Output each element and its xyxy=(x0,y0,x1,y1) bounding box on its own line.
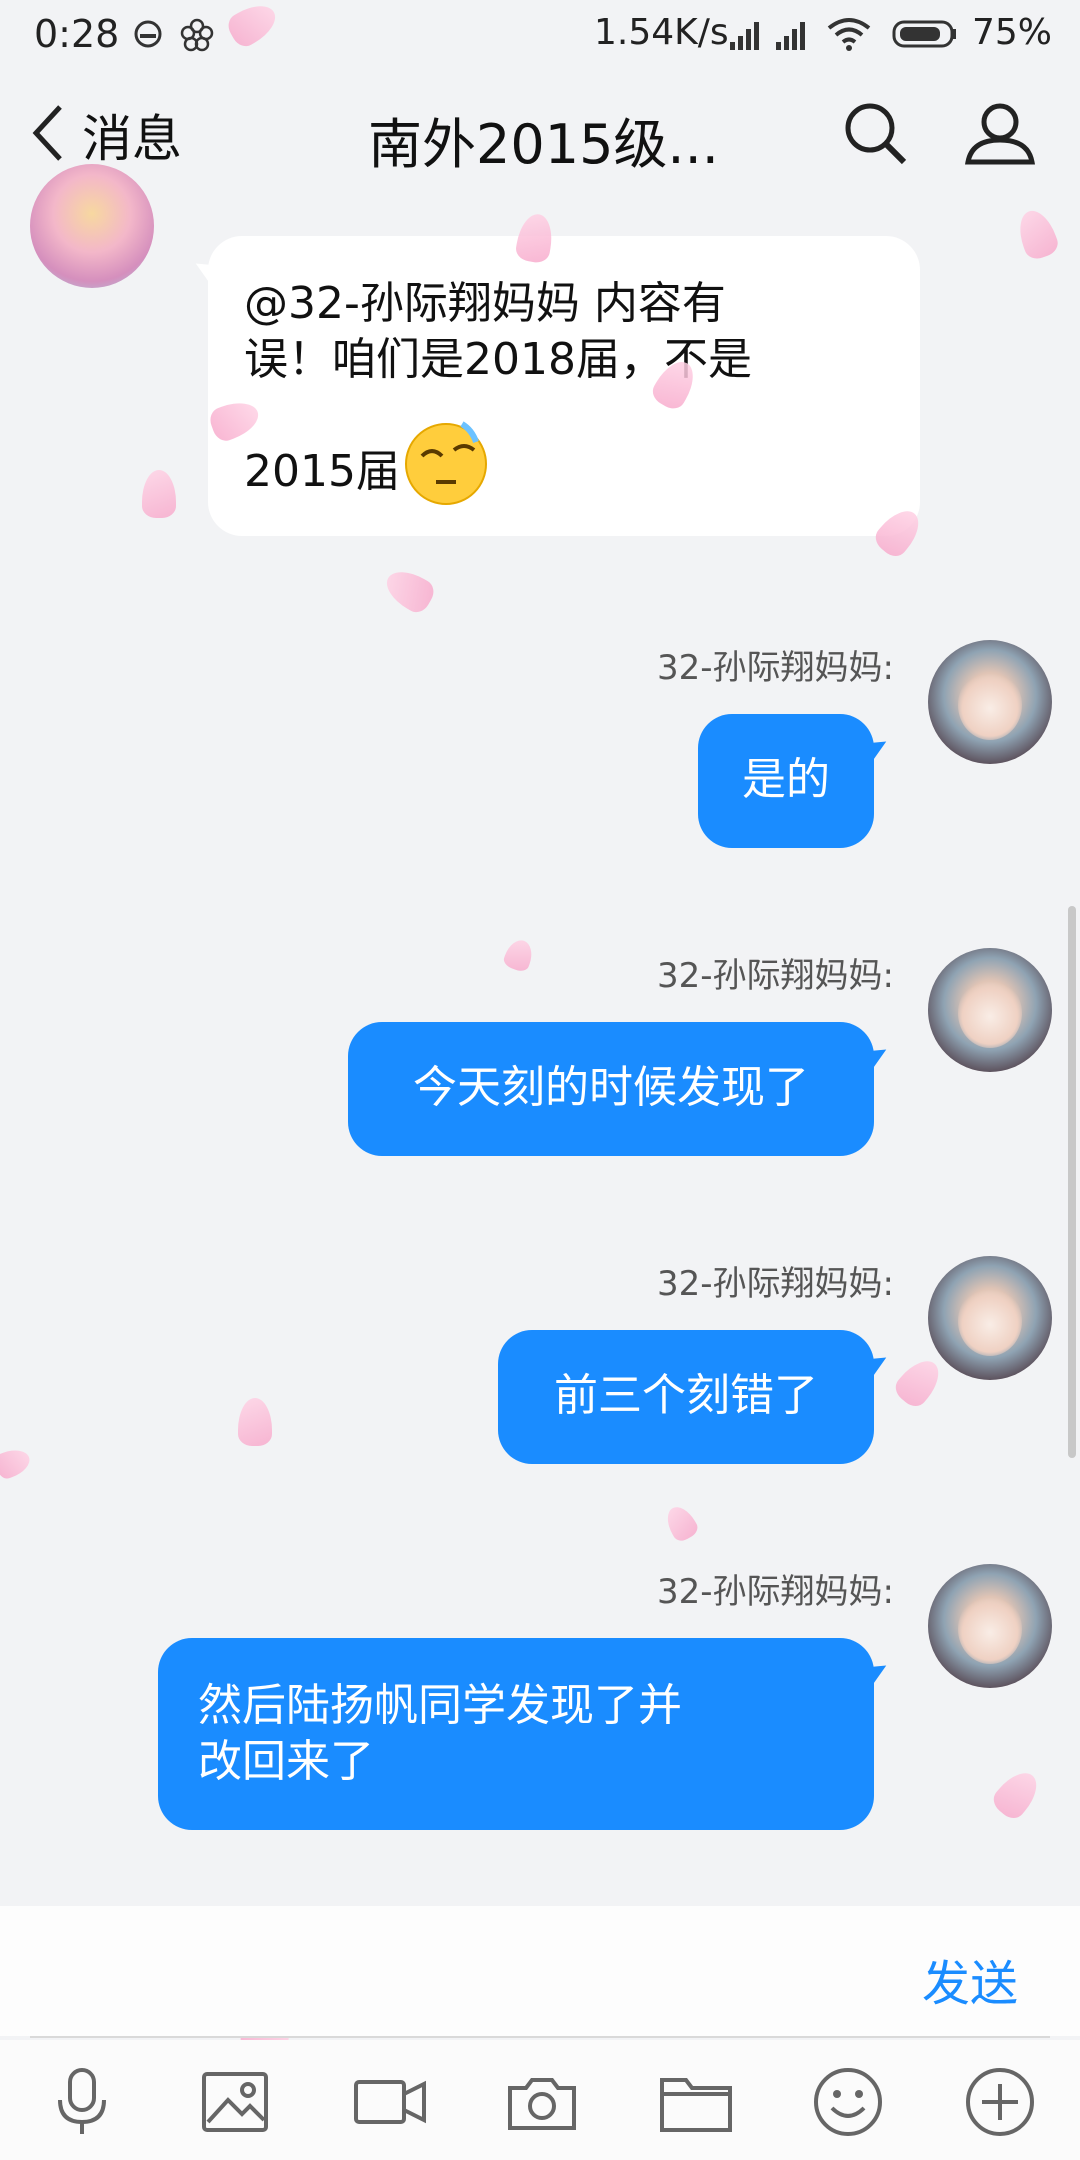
status-bar: 0:28 1.54K/s 75% xyxy=(0,0,1080,70)
emoji-icon xyxy=(808,2068,888,2146)
network-speed: 1.54K/s xyxy=(594,12,729,53)
camera-button[interactable] xyxy=(502,2062,582,2142)
petal-decoration xyxy=(379,563,439,617)
message-bubble-outgoing[interactable]: 然后陆扬帆同学发现了并 改回来了 xyxy=(158,1638,874,1830)
my-avatar[interactable] xyxy=(928,640,1052,764)
message-text-line: 2015届 xyxy=(244,446,400,497)
search-button[interactable] xyxy=(842,100,908,166)
petal-decoration xyxy=(142,470,176,518)
photo-button[interactable] xyxy=(196,2062,276,2142)
message-bubble-outgoing[interactable]: 是的 xyxy=(698,714,874,848)
message-text: 今天刻的时候发现了 xyxy=(413,1062,809,1113)
sender-name: 32-孙际翔妈妈: xyxy=(657,956,894,996)
message-input[interactable] xyxy=(40,1926,864,2018)
camera-icon xyxy=(502,2078,582,2146)
search-icon xyxy=(842,103,908,170)
sender-avatar[interactable] xyxy=(30,164,154,288)
emoji-icon xyxy=(400,416,492,508)
image-icon xyxy=(196,2072,276,2146)
petal-decoration xyxy=(501,936,537,974)
input-toolbar xyxy=(0,2040,1080,2160)
signal-icon-2 xyxy=(774,16,810,56)
message-input-area: 发送 xyxy=(0,1906,1080,2036)
group-members-button[interactable] xyxy=(962,100,1038,166)
sender-name: 32-孙际翔妈妈: xyxy=(657,648,894,688)
my-avatar[interactable] xyxy=(928,948,1052,1072)
emoji-button[interactable] xyxy=(808,2062,888,2142)
chat-scrollbar[interactable] xyxy=(1068,906,1076,1458)
my-avatar[interactable] xyxy=(928,1256,1052,1380)
petal-decoration xyxy=(661,1501,701,1545)
my-avatar[interactable] xyxy=(928,1564,1052,1688)
signal-icon xyxy=(728,16,764,56)
input-divider xyxy=(30,2036,1050,2038)
message-text: 前三个刻错了 xyxy=(554,1370,818,1421)
message-text-line: 然后陆扬帆同学发现了并 xyxy=(198,1680,682,1731)
battery-percent: 75% xyxy=(972,12,1053,53)
title-bar: 消息 南外2015级... xyxy=(0,70,1080,198)
send-button[interactable]: 发送 xyxy=(922,1944,1018,2014)
more-button[interactable] xyxy=(960,2062,1040,2142)
message-text-line: 改回来了 xyxy=(198,1736,374,1787)
microphone-icon xyxy=(42,2068,122,2146)
wifi-icon xyxy=(826,16,872,56)
sender-name: 32-孙际翔妈妈: xyxy=(657,1264,894,1304)
notification-icon xyxy=(130,16,166,56)
video-icon xyxy=(350,2080,430,2146)
sender-name: 32-孙际翔妈妈: xyxy=(657,1572,894,1612)
file-button[interactable] xyxy=(656,2062,736,2142)
profile-icon xyxy=(962,103,1038,170)
video-button[interactable] xyxy=(350,2062,430,2142)
message-text: 是的 xyxy=(742,754,830,805)
chat-title: 南外2015级... xyxy=(368,113,719,176)
back-button[interactable]: 消息 xyxy=(30,100,182,170)
voice-button[interactable] xyxy=(42,2062,122,2142)
status-time: 0:28 xyxy=(34,12,120,56)
back-label: 消息 xyxy=(82,110,182,168)
petal-decoration xyxy=(1012,205,1062,263)
chevron-left-icon xyxy=(30,103,66,167)
message-text-line: 误！咱们是2018届，不是 xyxy=(244,334,752,385)
message-bubble-outgoing[interactable]: 今天刻的时候发现了 xyxy=(348,1022,874,1156)
petal-decoration xyxy=(890,1352,948,1412)
flower-icon xyxy=(178,16,216,58)
folder-icon xyxy=(656,2078,736,2146)
message-text-line: @32-孙际翔妈妈 内容有 xyxy=(244,278,726,329)
battery-icon xyxy=(892,16,958,56)
petal-decoration xyxy=(0,1444,34,1482)
petal-decoration xyxy=(238,1398,272,1446)
message-bubble-outgoing[interactable]: 前三个刻错了 xyxy=(498,1330,874,1464)
message-bubble-incoming[interactable]: @32-孙际翔妈妈 内容有 误！咱们是2018届，不是 2015届 xyxy=(208,236,920,536)
petal-decoration xyxy=(988,1764,1046,1824)
plus-icon xyxy=(960,2068,1040,2146)
